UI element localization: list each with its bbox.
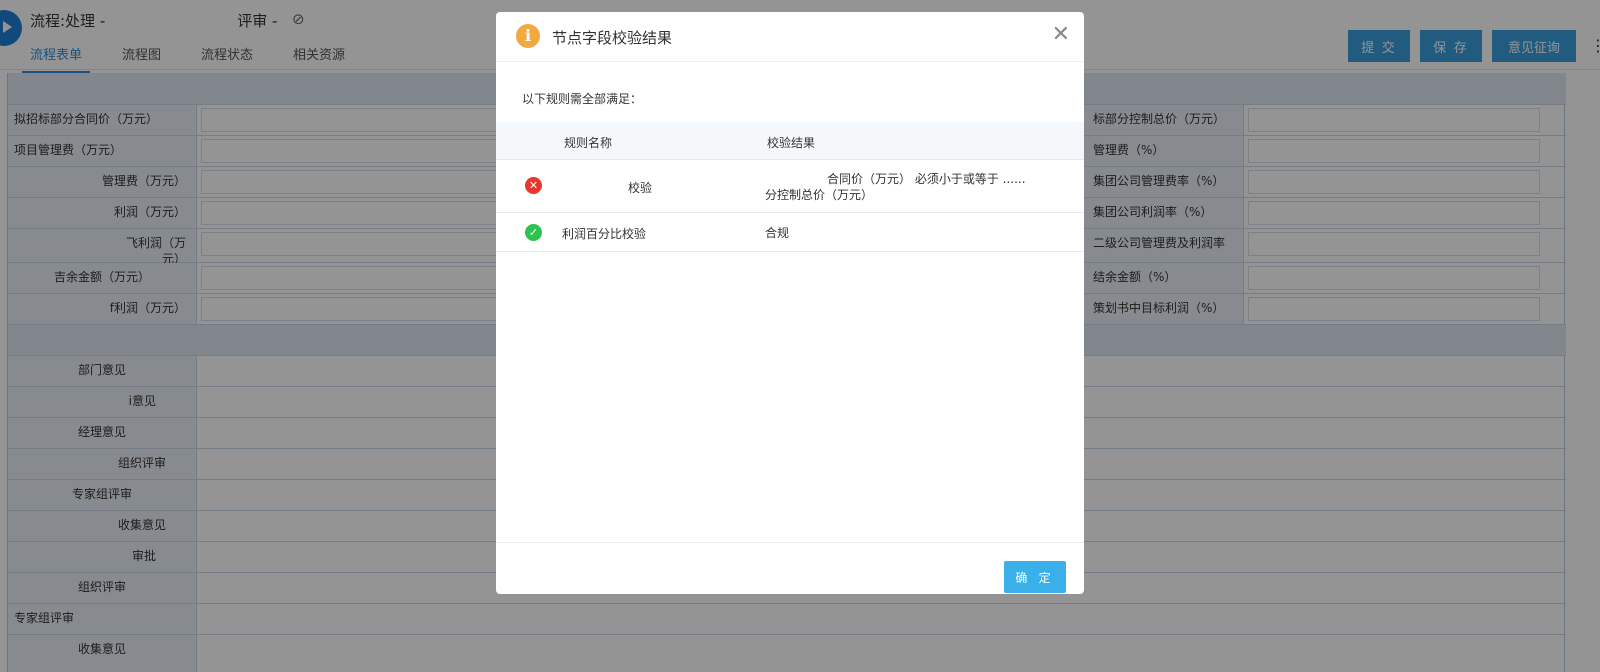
- rule-result: 合规: [765, 226, 790, 240]
- dialog-footer: 确 定: [496, 542, 1084, 594]
- rule-result: 合同价（万元） 必须小于或等于 ...... 分控制总价（万元）: [765, 171, 1026, 203]
- table-header: 规则名称 校验结果: [496, 122, 1084, 160]
- warning-icon: i: [516, 24, 540, 48]
- column-header-result: 校验结果: [767, 136, 816, 150]
- dialog-description: 以下规则需全部满足：: [522, 92, 643, 106]
- rule-result-line: 合同价（万元） 必须小于或等于 ......: [827, 172, 1026, 186]
- rule-result-line: 分控制总价（万元）: [765, 188, 874, 202]
- check-icon: ✓: [525, 224, 542, 241]
- confirm-button[interactable]: 确 定: [1004, 561, 1066, 593]
- rule-name: 校验: [628, 181, 653, 195]
- error-icon: ✕: [525, 177, 542, 194]
- rule-name: 利润百分比校验: [562, 227, 647, 241]
- dialog-header: i 节点字段校验结果 ✕: [496, 12, 1084, 62]
- validation-dialog: i 节点字段校验结果 ✕ 以下规则需全部满足： 规则名称 校验结果 ✕ 校验 合…: [496, 12, 1084, 594]
- dialog-title: 节点字段校验结果: [552, 29, 673, 47]
- rules-table: 规则名称 校验结果 ✕ 校验 合同价（万元） 必须小于或等于 ...... 分控…: [496, 122, 1084, 252]
- close-icon[interactable]: ✕: [1052, 23, 1070, 47]
- column-header-name: 规则名称: [564, 136, 613, 150]
- table-row: ✕ 校验 合同价（万元） 必须小于或等于 ...... 分控制总价（万元）: [496, 160, 1084, 213]
- table-row: ✓ 利润百分比校验 合规: [496, 213, 1084, 252]
